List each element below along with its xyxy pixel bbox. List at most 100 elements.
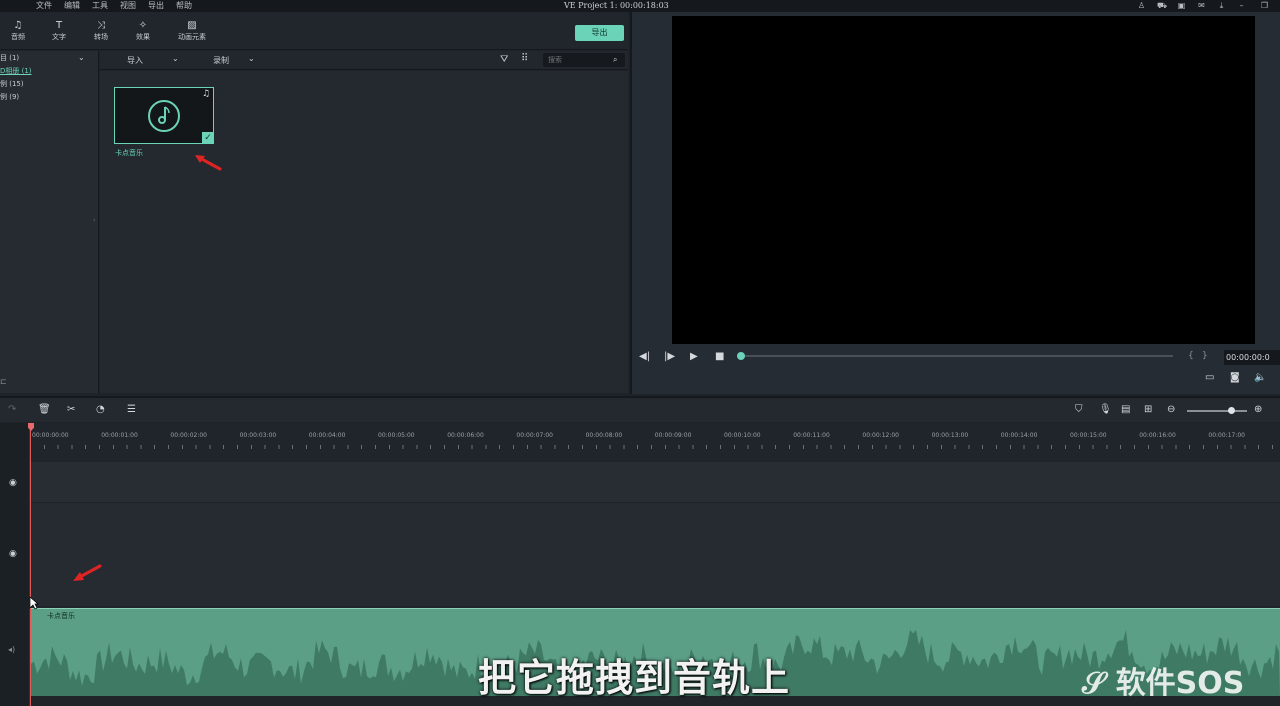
menu-file[interactable]: 文件	[36, 0, 52, 12]
account-icon[interactable]: ♙	[1137, 1, 1146, 10]
media-toolbar: ♫ 音频 T 文字 ⤨ 转场 ✧ 效果 ▨ 动画元素	[0, 12, 628, 50]
check-icon[interactable]: ✓	[202, 132, 214, 144]
marker-icon[interactable]: ⛉	[1075, 404, 1083, 416]
ruler-tick-label: 00:00:01:00	[101, 432, 138, 439]
delete-icon[interactable]: 🗑	[38, 404, 51, 416]
preview-timecode: 00:00:00:0	[1224, 350, 1280, 365]
video-track-2[interactable]	[30, 503, 1280, 606]
prev-frame-icon[interactable]: ◀|	[639, 351, 650, 363]
collapse-handle-icon[interactable]: ‹	[93, 217, 95, 224]
watermark: 𝒮 软件SOS	[1082, 658, 1244, 702]
record-dropdown[interactable]: 录制	[213, 55, 229, 66]
microphone-icon[interactable]: 🎙	[1099, 404, 1112, 416]
speed-icon[interactable]: ◔	[96, 404, 105, 416]
eye-icon[interactable]: ◉	[9, 549, 17, 559]
ruler-tick-label: 00:00:05:00	[378, 432, 415, 439]
grid-view-icon[interactable]: ⠿	[521, 53, 528, 64]
ruler-tick-label: 00:00:00:00	[32, 432, 69, 439]
video-track-1[interactable]	[30, 462, 1280, 502]
ruler-tick-label: 00:00:12:00	[862, 432, 899, 439]
scissors-icon[interactable]: ✂	[67, 404, 75, 416]
text-icon: T	[55, 20, 63, 31]
category-item[interactable]: 目 (1)	[0, 53, 19, 63]
ruler-ticks	[30, 445, 1280, 449]
volume-icon[interactable]: 🔈	[1254, 372, 1266, 384]
annotation-arrow-icon	[195, 155, 222, 171]
step-play-icon[interactable]: |▶	[664, 351, 675, 363]
chevron-down-icon[interactable]: ⌄	[78, 53, 85, 62]
ruler-tick-label: 00:00:14:00	[1000, 432, 1038, 439]
category-item[interactable]: 例 (15)	[0, 79, 24, 89]
search-input[interactable]: 搜索 ⌕	[543, 53, 625, 67]
tool-effects[interactable]: ✧ 效果	[132, 20, 154, 42]
zoom-slider[interactable]	[1187, 410, 1247, 412]
tool-transition[interactable]: ⤨ 转场	[90, 20, 112, 42]
mail-icon[interactable]: ✉	[1197, 1, 1206, 10]
menu-bar: 文件 编辑 工具 视图 导出 帮助 VE Project 1: 00:00:18…	[0, 0, 1280, 12]
annotation-arrow-icon	[73, 564, 102, 581]
chevron-down-icon[interactable]: ⌄	[248, 54, 255, 63]
tool-text-label: 文字	[52, 33, 66, 41]
snapshot-icon[interactable]: ◙	[1230, 372, 1240, 384]
minimize-icon[interactable]: –	[1237, 1, 1246, 10]
playhead[interactable]	[30, 423, 31, 706]
mouse-cursor-icon	[29, 596, 39, 610]
tool-elements[interactable]: ▨ 动画元素	[174, 20, 210, 42]
tool-audio-label: 音频	[11, 33, 25, 41]
playback-progress-handle[interactable]	[737, 352, 745, 360]
redo-icon[interactable]: ↷	[8, 404, 16, 416]
split-screen-icon[interactable]: ⊞	[1144, 404, 1152, 416]
save-icon[interactable]: ▣	[1177, 1, 1186, 10]
category-item[interactable]: 例 (9)	[0, 92, 19, 102]
category-item-active[interactable]: D相册 (1)	[0, 66, 32, 76]
display-settings-icon[interactable]: ▭	[1205, 372, 1214, 384]
menu-edit[interactable]: 编辑	[64, 0, 80, 12]
download-icon[interactable]: ⤓	[1217, 1, 1226, 10]
ruler-tick-label: 00:00:06:00	[447, 432, 484, 439]
preview-screen	[672, 16, 1255, 344]
playback-progress-track[interactable]	[740, 355, 1173, 357]
track-headers: ◉ ◉ ◂)	[0, 423, 30, 706]
mark-out-icon[interactable]: }	[1202, 350, 1208, 362]
project-title: VE Project 1: 00:00:18:03	[564, 1, 669, 10]
eye-icon[interactable]: ◉	[9, 478, 17, 488]
import-dropdown[interactable]: 导入	[127, 55, 143, 66]
menu-view[interactable]: 视图	[120, 0, 136, 12]
chevron-down-icon[interactable]: ⌄	[172, 54, 179, 63]
music-note-icon: ♫	[13, 20, 23, 31]
video-subtitle: 把它拖拽到音轨上	[478, 656, 791, 700]
zoom-slider-handle[interactable]	[1228, 407, 1235, 414]
restore-icon[interactable]: ❐	[1260, 1, 1269, 10]
audio-mixer-icon[interactable]: ▤	[1121, 404, 1130, 416]
zoom-in-icon[interactable]: ⊕	[1254, 404, 1262, 416]
zoom-out-icon[interactable]: ⊖	[1167, 404, 1175, 416]
category-panel: 目 (1) D相册 (1) 例 (15) 例 (9) ⌄ ‹ ⊏	[0, 51, 99, 393]
export-button[interactable]: 导出	[575, 25, 624, 41]
ruler-tick-label: 00:00:11:00	[793, 432, 830, 439]
menu-export[interactable]: 导出	[148, 0, 164, 12]
ruler-tick-label: 00:00:08:00	[585, 432, 623, 439]
timeline-ruler[interactable]: 00:00:00:00 00:00:01:00 00:00:02:00 00:00:0…	[30, 423, 1280, 461]
tool-audio[interactable]: ♫ 音频	[8, 20, 28, 42]
ruler-tick-label: 00:00:09:00	[654, 432, 692, 439]
cart-icon[interactable]: ⛟	[1157, 1, 1167, 10]
ruler-tick-label: 00:00:07:00	[516, 432, 553, 439]
mark-in-icon[interactable]: {	[1188, 350, 1194, 362]
watermark-text: 软件SOS	[1115, 666, 1245, 701]
search-icon[interactable]: ⌕	[613, 53, 617, 67]
play-icon[interactable]: ▶	[690, 351, 698, 363]
adjust-icon[interactable]: ☰	[127, 404, 136, 416]
timeline-toolbar: ↷ 🗑 ✂ ◔ ☰ ⛉ 🎙 ▤ ⊞ ⊖ ⊕	[0, 396, 1280, 422]
stop-icon[interactable]: ■	[715, 351, 724, 363]
media-thumbnail[interactable]: ♫ ✓	[114, 87, 214, 144]
ruler-tick-label: 00:00:15:00	[1070, 432, 1107, 439]
ruler-tick-label: 00:00:17:00	[1208, 432, 1245, 439]
speaker-icon[interactable]: ◂)	[8, 645, 15, 654]
ruler-tick-label: 00:00:13:00	[931, 432, 969, 439]
menu-tools[interactable]: 工具	[92, 0, 108, 12]
menu-help[interactable]: 帮助	[176, 0, 192, 12]
folder-icon[interactable]: ⊏	[0, 377, 7, 386]
image-icon: ▨	[187, 20, 197, 31]
filter-icon[interactable]: ⛛	[500, 54, 508, 65]
tool-text[interactable]: T 文字	[48, 20, 70, 42]
